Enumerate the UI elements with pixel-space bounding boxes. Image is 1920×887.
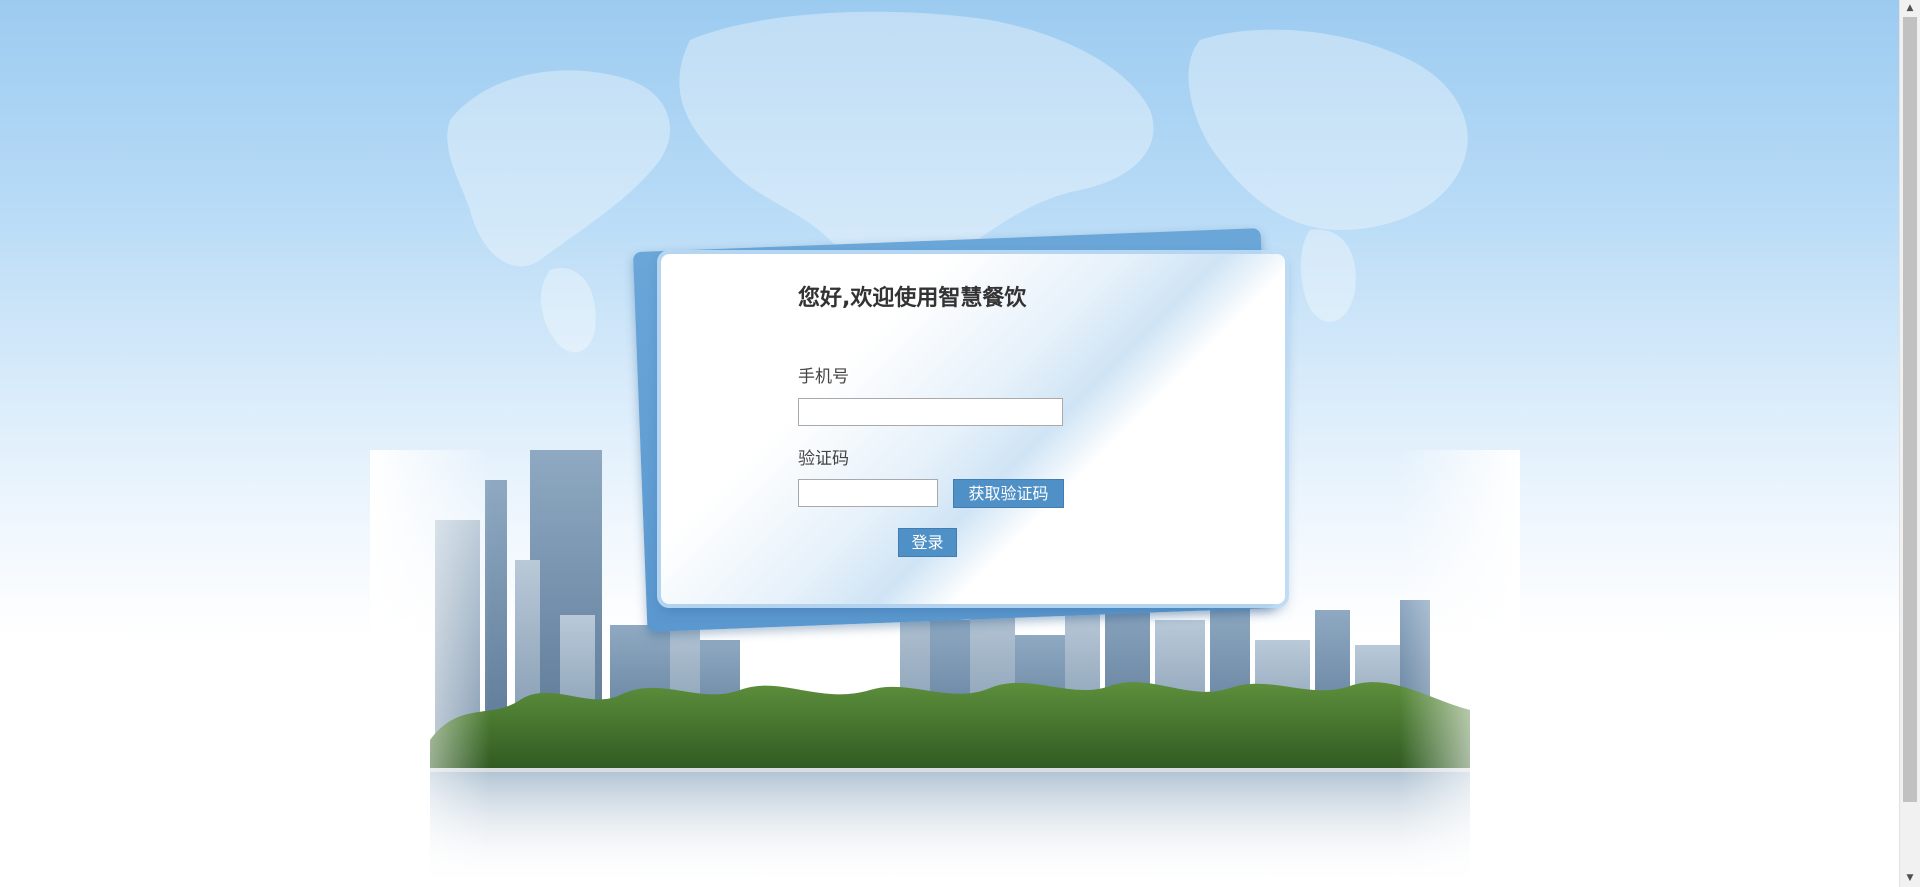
login-button[interactable]: 登录 — [898, 528, 957, 557]
vertical-scrollbar[interactable]: ▲ ▼ — [1899, 0, 1920, 887]
get-verification-code-button[interactable]: 获取验证码 — [953, 479, 1064, 508]
scrollbar-thumb[interactable] — [1903, 17, 1917, 802]
login-page: 您好,欢迎使用智慧餐饮 手机号 验证码 获取验证码 登录 ▲ ▼ — [0, 0, 1920, 887]
verification-code-input[interactable] — [798, 479, 938, 507]
phone-label: 手机号 — [798, 367, 849, 387]
scroll-down-arrow-icon[interactable]: ▼ — [1900, 870, 1920, 887]
page-title: 您好,欢迎使用智慧餐饮 — [798, 286, 1027, 311]
scroll-up-arrow-icon[interactable]: ▲ — [1900, 0, 1920, 17]
phone-input[interactable] — [798, 398, 1063, 426]
verification-code-label: 验证码 — [798, 449, 849, 469]
